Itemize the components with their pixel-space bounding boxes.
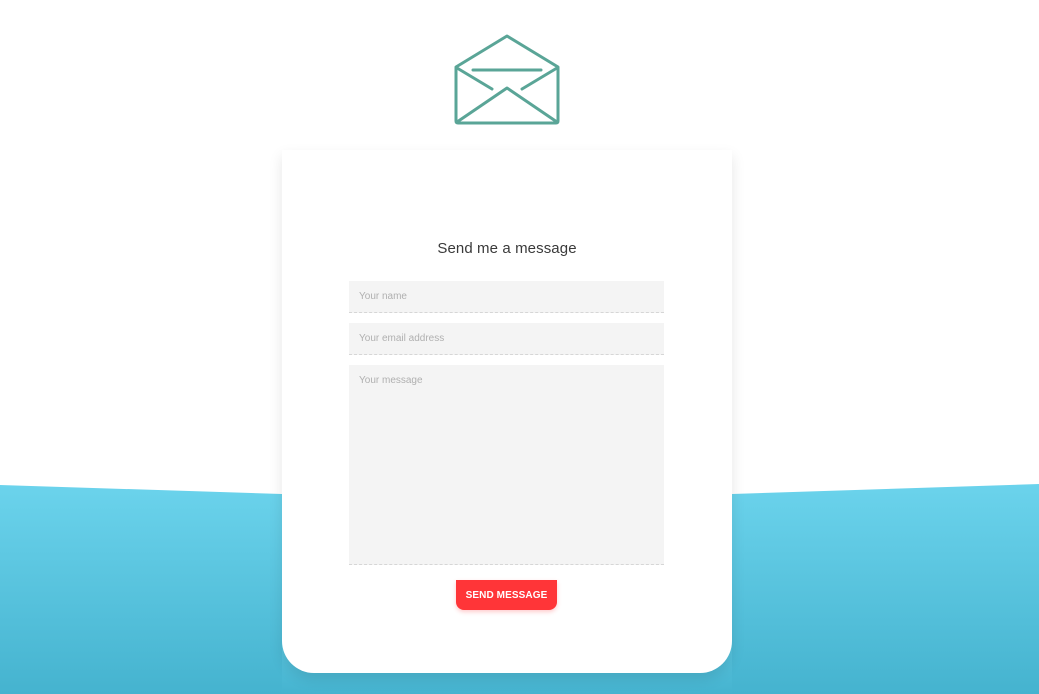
envelope-open-icon — [454, 34, 560, 125]
send-message-button[interactable]: SEND MESSAGE — [456, 580, 557, 610]
email-input[interactable] — [349, 323, 664, 355]
form-heading: Send me a message — [437, 240, 577, 257]
message-textarea[interactable] — [349, 365, 664, 565]
name-input[interactable] — [349, 281, 664, 313]
contact-page: Send me a message SEND MESSAGE — [0, 0, 1039, 694]
contact-card: Send me a message SEND MESSAGE — [282, 150, 732, 673]
